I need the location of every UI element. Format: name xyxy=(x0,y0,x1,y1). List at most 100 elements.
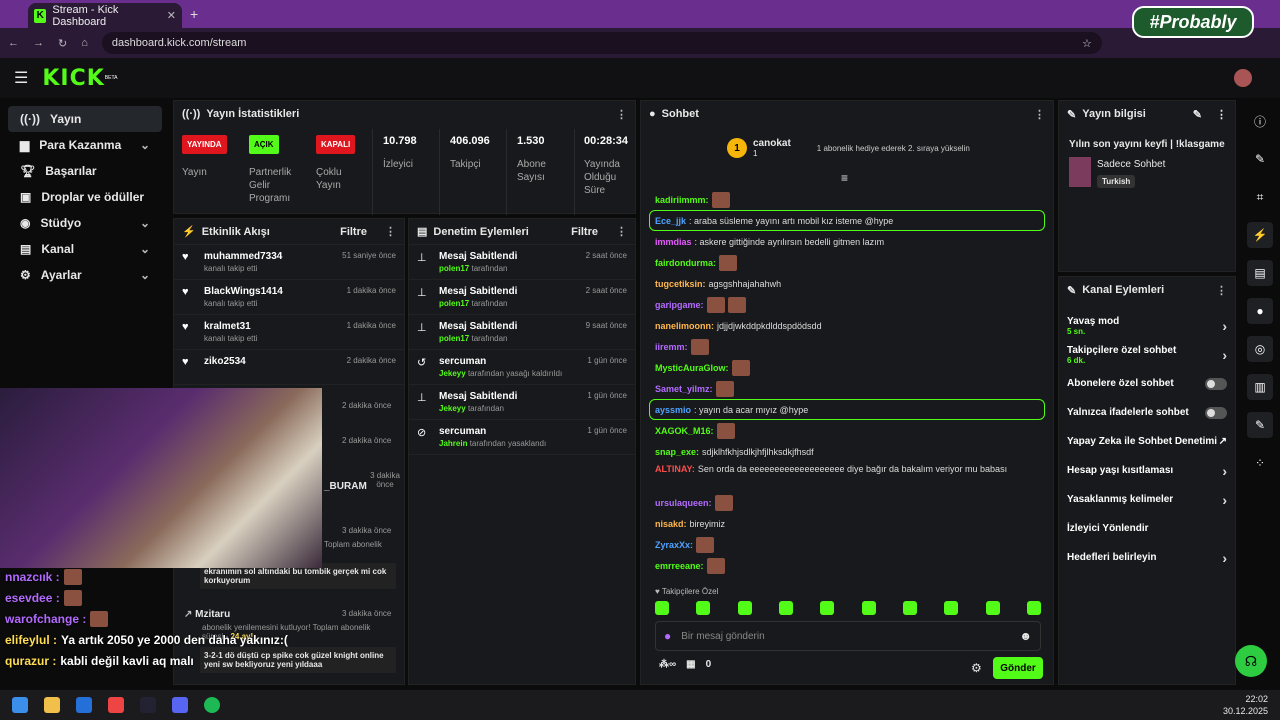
spotify-icon[interactable] xyxy=(204,697,220,713)
menu-icon[interactable]: ☰ xyxy=(14,68,28,88)
more-icon[interactable]: ⋮ xyxy=(616,225,627,238)
channel-action[interactable]: Takipçilere özel sohbet 6 dk. › xyxy=(1059,340,1235,369)
chat-username[interactable]: tugcetiksin: xyxy=(655,279,706,289)
sidebar-item-droplar[interactable]: ▣ Droplar ve ödüller xyxy=(8,184,162,210)
channel-action[interactable]: İzleyici Yönlendir xyxy=(1059,514,1235,543)
store-icon[interactable]: ▦ xyxy=(686,659,695,670)
outlook-icon[interactable] xyxy=(76,697,92,713)
moderator-name[interactable]: Jekeyy xyxy=(439,404,466,413)
channel-action[interactable]: Yapay Zeka ile Sohbet Denetimi ↗ xyxy=(1059,427,1235,456)
chat-username[interactable]: MysticAuraGlow: xyxy=(655,363,729,373)
windows-start-icon[interactable] xyxy=(12,697,28,713)
apps-icon[interactable]: ⁘ xyxy=(1247,450,1273,476)
event-user[interactable]: _BURAM xyxy=(324,481,367,492)
filter-button[interactable]: Filtre xyxy=(571,226,598,238)
clock[interactable]: 22:02 30.12.2025 xyxy=(1223,693,1268,717)
emote-icon[interactable] xyxy=(861,601,876,615)
emote-icon[interactable] xyxy=(655,601,669,615)
sidebar-item-kanal[interactable]: ▤ Kanal ⌄ xyxy=(8,236,162,262)
document-icon[interactable]: ▤ xyxy=(1247,260,1273,286)
browser-tab[interactable]: K Stream - Kick Dashboard ✕ xyxy=(28,3,182,28)
emote-icon[interactable] xyxy=(778,601,793,615)
reload-icon[interactable]: ↻ xyxy=(58,37,67,50)
emote-icon[interactable] xyxy=(985,601,1000,615)
chat-username[interactable]: iiremm: xyxy=(655,342,688,352)
support-icon[interactable]: ☊ xyxy=(1235,645,1267,677)
more-icon[interactable]: ⋮ xyxy=(1216,284,1227,297)
emote-icon[interactable] xyxy=(737,601,752,615)
filter-icon[interactable]: ≡ xyxy=(841,171,848,185)
chat-settings-icon[interactable]: ⚙ xyxy=(971,661,982,675)
chat-username[interactable]: ayssmio xyxy=(655,405,691,415)
moderator-name[interactable]: polen17 xyxy=(439,264,469,273)
chat-username[interactable]: kadiriimmm: xyxy=(655,195,709,205)
edit-icon[interactable]: ✎ xyxy=(1193,108,1202,121)
chat-icon[interactable]: ● xyxy=(1247,298,1273,324)
points-icon[interactable]: ⁂∞ xyxy=(659,659,676,670)
broadcast-icon[interactable]: ◎ xyxy=(1247,336,1273,362)
event-user[interactable]: BlackWings1414 xyxy=(204,286,283,297)
sidebar-item-ayarlar[interactable]: ⚙ Ayarlar ⌄ xyxy=(8,262,162,288)
steam-icon[interactable] xyxy=(140,697,156,713)
channel-action[interactable]: Hedefleri belirleyin › xyxy=(1059,543,1235,572)
star-icon[interactable]: ☆ xyxy=(1082,37,1092,50)
discord-icon[interactable] xyxy=(172,697,188,713)
sidebar-item-yayin[interactable]: ((·)) Yayın xyxy=(8,106,162,132)
emote-icon[interactable] xyxy=(820,601,835,615)
channel-action[interactable]: Yalnızca ifadelerle sohbet xyxy=(1059,398,1235,427)
toggle-switch[interactable] xyxy=(1205,377,1227,390)
event-user[interactable]: ziko2534 xyxy=(204,356,246,367)
more-icon[interactable]: ⋮ xyxy=(385,225,396,238)
emote-icon[interactable] xyxy=(696,601,711,615)
chat-username[interactable]: nisakd: xyxy=(655,519,687,529)
info-icon[interactable]: ⓘ xyxy=(1247,108,1273,134)
chat-username[interactable]: fairdondurma: xyxy=(655,258,716,268)
chat-input[interactable]: ● Bir mesaj gönderin ☻ xyxy=(655,621,1041,651)
channel-action[interactable]: Abonelere özel sohbet xyxy=(1059,369,1235,398)
event-user[interactable]: kralmet31 xyxy=(204,321,257,332)
kick-logo[interactable]: KICK xyxy=(42,66,104,91)
back-icon[interactable]: ← xyxy=(8,37,19,49)
category-name[interactable]: Sadece Sohbet xyxy=(1097,159,1165,170)
moderator-name[interactable]: Jahrein xyxy=(439,439,467,448)
chat-username[interactable]: Ece_jjk xyxy=(655,216,686,226)
pencil-icon[interactable]: ✎ xyxy=(1247,146,1273,172)
sidebar-item-para-kazanma[interactable]: ▆ Para Kazanma ⌄ xyxy=(8,132,162,158)
chat-username[interactable]: garipgame: xyxy=(655,300,704,310)
moderator-name[interactable]: polen17 xyxy=(439,334,469,343)
chat-username[interactable]: XAGOK_M16: xyxy=(655,426,714,436)
channel-action[interactable]: Yasaklanmış kelimeler › xyxy=(1059,485,1235,514)
forward-icon[interactable]: → xyxy=(33,37,44,49)
chat-username[interactable]: ursulaqueen: xyxy=(655,498,712,508)
home-icon[interactable]: ⌂ xyxy=(81,37,88,49)
chat-username[interactable]: Samet_yilmz: xyxy=(655,384,713,394)
emoji-icon[interactable]: ☻ xyxy=(1019,629,1032,643)
top-gifter-name[interactable]: canokat xyxy=(753,138,791,149)
filter-button[interactable]: Filtre xyxy=(340,226,367,238)
emote-icon[interactable] xyxy=(902,601,917,615)
moderator-name[interactable]: Jekeyy xyxy=(439,369,466,378)
more-icon[interactable]: ⋮ xyxy=(1216,108,1227,121)
user-avatar[interactable] xyxy=(1234,69,1252,87)
bolt-icon[interactable]: ⚡ xyxy=(1247,222,1273,248)
chat-username[interactable]: snap_exe: xyxy=(655,447,699,457)
sidebar-item-basarilar[interactable]: 🏆︎ Başarılar xyxy=(8,158,162,184)
sidebar-item-studyo[interactable]: ◉ Stüdyo ⌄ xyxy=(8,210,162,236)
close-tab-icon[interactable]: ✕ xyxy=(167,9,176,22)
explorer-icon[interactable] xyxy=(44,697,60,713)
toggle-switch[interactable] xyxy=(1205,406,1227,419)
layout-icon[interactable]: ▥ xyxy=(1247,374,1273,400)
more-icon[interactable]: ⋮ xyxy=(1034,108,1045,121)
moderator-name[interactable]: polen17 xyxy=(439,299,469,308)
more-icon[interactable]: ⋮ xyxy=(616,108,627,121)
channel-action[interactable]: Yavaş mod 5 sn. › xyxy=(1059,311,1235,340)
chat-username[interactable]: immdias xyxy=(655,237,692,247)
channel-action[interactable]: Hesap yaşı kısıtlaması › xyxy=(1059,456,1235,485)
new-tab-icon[interactable]: + xyxy=(190,6,198,22)
chrome-icon[interactable] xyxy=(108,697,124,713)
wrench-icon[interactable]: ✎ xyxy=(1247,412,1273,438)
chat-username[interactable]: ALTINAY: xyxy=(655,464,695,474)
chat-username[interactable]: ZyraxXx: xyxy=(655,540,693,550)
event-user[interactable]: muhammed7334 xyxy=(204,251,282,262)
url-field[interactable]: dashboard.kick.com/stream ☆ xyxy=(101,32,1102,54)
